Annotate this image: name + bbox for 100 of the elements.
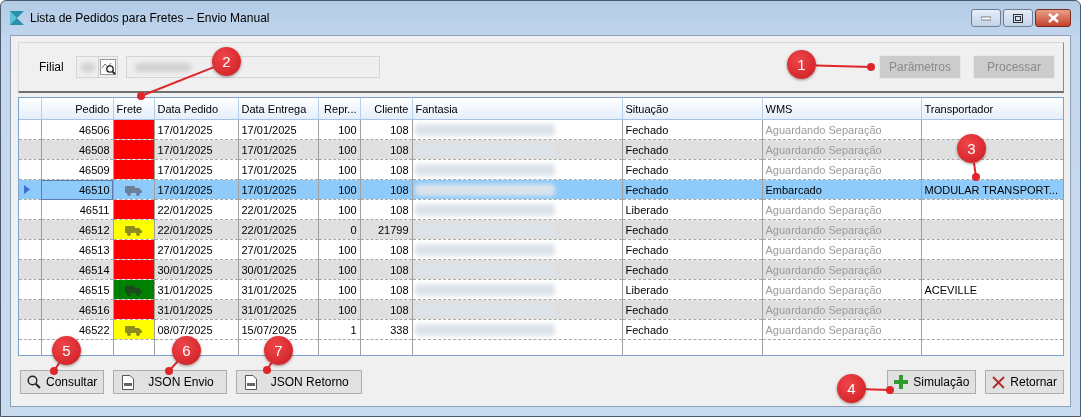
- lookup-icon: [99, 59, 116, 75]
- column-header[interactable]: Data Entrega: [238, 98, 318, 120]
- table-cell: 100: [318, 299, 360, 320]
- table-cell: 31/01/2025: [154, 299, 238, 320]
- table-cell: 30/01/2025: [238, 259, 318, 280]
- table-cell: 31/01/2025: [154, 279, 238, 300]
- table-row[interactable]: 46516 31/01/2025 31/01/2025 100 108 Fechado Aguardando Separação: [19, 299, 1063, 320]
- table-cell: Fechado: [622, 299, 762, 320]
- table-cell: Fechado: [622, 139, 762, 160]
- maximize-button[interactable]: [1003, 9, 1033, 27]
- table-cell: Liberado: [622, 199, 762, 220]
- table-cell: 46516: [41, 299, 113, 320]
- table-row[interactable]: 46514 30/01/2025 30/01/2025 100 108 Fechado Aguardando Separação: [19, 259, 1063, 280]
- action-button[interactable]: JSON Retorno: [235, 370, 362, 394]
- table-cell: Aguardando Separação: [762, 319, 921, 340]
- table-cell: Aguardando Separação: [762, 159, 921, 180]
- table-cell: Liberado: [622, 279, 762, 300]
- table-cell: 100: [318, 199, 360, 220]
- action-button[interactable]: JSON Envio: [113, 370, 227, 394]
- table-cell: Fechado: [622, 239, 762, 260]
- table-cell: 27/01/2025: [154, 239, 238, 260]
- column-header[interactable]: Transportador: [921, 98, 1063, 120]
- table-cell: 1: [318, 319, 360, 340]
- table-cell: 31/01/2025: [238, 299, 318, 320]
- table-cell: 46514: [41, 259, 113, 280]
- table-cell: Fechado: [622, 319, 762, 340]
- column-header[interactable]: Pedido: [41, 98, 113, 120]
- document-icon: [122, 374, 135, 390]
- action-button[interactable]: Consultar: [20, 370, 105, 394]
- table-cell: 108: [360, 279, 412, 300]
- table-cell: 100: [318, 159, 360, 180]
- search-icon: [27, 375, 41, 389]
- table-cell: Aguardando Separação: [762, 219, 921, 240]
- maximize-icon: [1013, 13, 1023, 23]
- table-cell: 46506: [41, 119, 113, 140]
- table-row[interactable]: 46510 17/01/2025 17/01/2025 100 108 Fechado Embarcado MODULAR TRANSPORT...: [19, 179, 1063, 200]
- row-pointer-icon: [24, 184, 30, 194]
- column-header[interactable]: Repr...: [318, 98, 360, 120]
- table-cell: 22/01/2025: [238, 199, 318, 220]
- table-row[interactable]: 46506 17/01/2025 17/01/2025 100 108 Fechado Aguardando Separação: [19, 119, 1063, 140]
- column-header[interactable]: Fantasia: [412, 98, 622, 120]
- table-cell: MODULAR TRANSPORT...: [921, 179, 1063, 200]
- table-cell: 17/01/2025: [154, 139, 238, 160]
- table-cell: Aguardando Separação: [762, 239, 921, 260]
- table-cell: 17/01/2025: [238, 159, 318, 180]
- table-cell: Fechado: [622, 219, 762, 240]
- table-row[interactable]: 46509 17/01/2025 17/01/2025 100 108 Fechado Aguardando Separação: [19, 159, 1063, 180]
- column-header[interactable]: Situação: [622, 98, 762, 120]
- leader-line: [815, 63, 875, 71]
- table-cell: 100: [318, 139, 360, 160]
- table-cell: 46512: [41, 219, 113, 240]
- table-row[interactable]: 46512 22/01/2025 22/01/2025 0 21799 Fechado Aguardando Separação: [19, 219, 1063, 240]
- table-cell: 100: [318, 179, 360, 200]
- column-header[interactable]: WMS: [762, 98, 921, 120]
- plus-icon: [894, 375, 909, 389]
- column-header[interactable]: Data Pedido: [154, 98, 238, 120]
- table-cell: Aguardando Separação: [762, 279, 921, 300]
- table-cell: 27/01/2025: [238, 239, 318, 260]
- table-cell: ACEVILLE: [921, 279, 1063, 300]
- close-icon: [992, 375, 1006, 389]
- table-cell: 0: [318, 219, 360, 240]
- filial-label: Filial: [39, 60, 64, 74]
- filial-code-field[interactable]: [75, 56, 118, 78]
- table-row[interactable]: 46511 22/01/2025 22/01/2025 100 108 Liberado Aguardando Separação: [19, 199, 1063, 220]
- table-cell: 30/01/2025: [154, 259, 238, 280]
- table-cell: Aguardando Separação: [762, 139, 921, 160]
- column-header[interactable]: Frete: [113, 98, 154, 120]
- table-cell: 108: [360, 119, 412, 140]
- table-cell: 21799: [360, 219, 412, 240]
- table-row[interactable]: 46515 31/01/2025 31/01/2025 100 108 Liberado Aguardando Separação ACEVILLE: [19, 279, 1063, 300]
- leader-line: [865, 386, 894, 394]
- table-cell: 108: [360, 199, 412, 220]
- table-cell: 108: [360, 239, 412, 260]
- table-cell: 100: [318, 119, 360, 140]
- document-icon: [244, 374, 257, 390]
- table-cell: Fechado: [622, 159, 762, 180]
- table-cell: 108: [360, 159, 412, 180]
- redacted-text: [134, 62, 191, 72]
- column-header[interactable]: Cliente: [360, 98, 412, 120]
- leader-line: [165, 360, 179, 375]
- table-row[interactable]: 46513 27/01/2025 27/01/2025 100 108 Fechado Aguardando Separação: [19, 239, 1063, 260]
- table-cell: 46510: [41, 179, 113, 200]
- table-cell: 22/01/2025: [154, 199, 238, 220]
- minimize-icon: [981, 15, 991, 21]
- table-cell: 46511: [41, 199, 113, 220]
- table-cell: 100: [318, 239, 360, 260]
- filial-name-field[interactable]: [125, 56, 380, 78]
- table-cell: 100: [318, 259, 360, 280]
- table-cell: 46509: [41, 159, 113, 180]
- action-button[interactable]: Retornar: [985, 370, 1064, 394]
- table-cell: 46513: [41, 239, 113, 260]
- close-button[interactable]: [1035, 9, 1071, 27]
- table-cell: Aguardando Separação: [762, 259, 921, 280]
- lookup-button[interactable]: [97, 57, 117, 77]
- table-cell: 108: [360, 259, 412, 280]
- table-cell: 17/01/2025: [238, 179, 318, 200]
- table-cell: 338: [360, 319, 412, 340]
- table-cell: 22/01/2025: [238, 219, 318, 240]
- action-button[interactable]: Simulação: [887, 370, 977, 394]
- table-row[interactable]: 46522 08/07/2025 15/07/2025 1 338 Fechado Aguardando Separação: [19, 319, 1063, 340]
